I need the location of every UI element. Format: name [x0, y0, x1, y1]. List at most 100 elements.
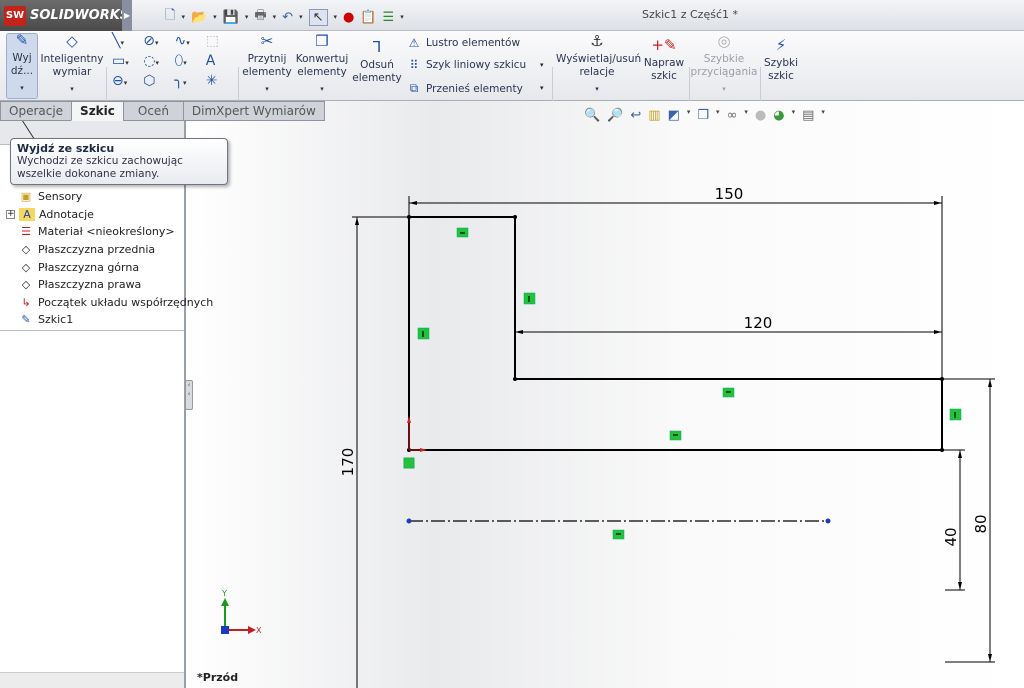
quick-snaps-label: Szybkie przyciągania [690, 53, 758, 78]
sensor-folder-icon: ▣ [20, 190, 32, 204]
rapid-sketch-icon: ⚡ [775, 36, 787, 54]
repair-icon: +✎ [651, 36, 677, 54]
tree-item-annotations[interactable]: + A Adnotacje [6, 206, 213, 224]
title-bar: SW SOLIDWORKS ▶ 🗋 ▾ 📂 ▾ 💾 ▾ 🖶 ▾ ↶ ▾ ↖ ▾ ● 📋 ☰ ▾… [0, 0, 1024, 31]
tree-item-origin[interactable]: ↳ Początek układu współrzędnych [6, 294, 213, 312]
display-style-icon[interactable]: ❒ [697, 108, 709, 123]
trim-label: Przytnij elementy [242, 53, 292, 78]
move-entities-button[interactable]: ⧉ Przenieś elementy [406, 81, 523, 96]
repair-label: Napraw szkic [643, 57, 685, 82]
graphics-area[interactable] [187, 101, 1024, 688]
line-icon[interactable]: ╲▾ [112, 33, 143, 49]
sketch-icon: ✎ [21, 313, 31, 327]
fillet-icon[interactable]: ╮▾ [175, 73, 206, 89]
quick-snaps-button[interactable]: ◎ Szybkie przyciągania ▾ [690, 32, 758, 96]
arc-icon[interactable]: ◌▾ [143, 53, 174, 69]
display-relations-button[interactable]: ⚓ Wyświetlaj/usuń relacje ▾ [556, 32, 642, 96]
linear-pattern-button[interactable]: ⠿ Szyk liniowy szkicu [406, 58, 527, 72]
tree-item-label: Sensory [38, 190, 83, 204]
tab-operacje[interactable]: Operacje [0, 101, 73, 121]
tree-item-label: Płaszczyzna prawa [38, 278, 142, 292]
circle-icon[interactable]: ⊘▾ [143, 33, 174, 49]
smart-dimension-label: Inteligentny wymiar [40, 53, 104, 78]
sketch-plane-icon[interactable]: ⬚ [206, 33, 237, 49]
relations-icon: ⚓ [590, 32, 604, 50]
view-name: *Przód [197, 671, 239, 684]
feature-manager-panel: ▣ Sensory + A Adnotacje ☰ Materiał <nieokreś… [0, 120, 213, 688]
offset-icon: ⅂ [372, 38, 382, 56]
plane-icon: ◇ [21, 260, 31, 274]
document-title: Szkic1 z Część1 * [642, 8, 738, 21]
horizontal-scrollbar[interactable] [0, 672, 184, 688]
rapid-sketch-button[interactable]: ⚡ Szybki szkic [762, 36, 800, 83]
ellipse-icon[interactable]: ⬯▾ [175, 53, 206, 69]
zoom-to-fit-icon[interactable]: 🔍 [584, 108, 600, 123]
smart-dimension-button[interactable]: ◇ Inteligentny wymiar ▾ [40, 32, 104, 96]
tree-item-material[interactable]: ☰ Materiał <nieokreślony> [6, 223, 213, 241]
command-manager: ✎ Wyj dź... ▾ ◇ Inteligentny wymiar ▾ ╲▾ ⊘… [0, 31, 1024, 125]
text-icon[interactable]: A [206, 53, 237, 69]
hide-show-items-icon[interactable]: ∞ [727, 108, 738, 123]
more-dropdown-icon[interactable]: ▾ [540, 61, 544, 69]
tree-item-top-plane[interactable]: ◇ Płaszczyzna górna [6, 258, 213, 276]
more-dropdown-icon[interactable]: ▾ [540, 84, 544, 92]
rapid-sketch-label: Szybki szkic [763, 57, 799, 82]
tree-item-sketch1[interactable]: ✎ Szkic1 [6, 311, 213, 329]
smart-dimension-icon: ◇ [66, 32, 78, 50]
edit-appearance-icon[interactable]: ● [755, 108, 766, 123]
tree-item-sensors[interactable]: ▣ Sensory [6, 188, 213, 206]
tab-szkic[interactable]: Szkic [71, 101, 124, 121]
slot-icon[interactable]: ⊖▾ [112, 73, 143, 89]
linear-pattern-label: Szyk liniowy szkicu [426, 59, 527, 71]
annotations-icon: A [19, 207, 35, 221]
mirror-icon: ⚠ [408, 36, 420, 50]
tree-item-label: Szkic1 [38, 313, 74, 327]
spline-icon[interactable]: ∿▾ [175, 33, 206, 49]
convert-label: Konwertuj elementy [295, 53, 349, 78]
exit-sketch-label: Wyj dź... [10, 52, 34, 77]
trim-icon: ✂ [260, 32, 274, 50]
offset-entities-button[interactable]: ⅂ Odsuń elementy [352, 38, 402, 85]
convert-entities-button[interactable]: ❒ Konwertuj elementy ▾ [294, 32, 350, 96]
tree-item-front-plane[interactable]: ◇ Płaszczyzna przednia [6, 241, 213, 259]
tooltip-body: Wychodzi ze szkicu zachowując wszelkie d… [17, 155, 183, 180]
exit-sketch-icon: ✎ [15, 31, 29, 49]
polygon-icon[interactable]: ⬡ [143, 73, 174, 89]
previous-view-icon[interactable]: ↩ [630, 108, 641, 123]
feature-tree: ▣ Sensory + A Adnotacje ☰ Materiał <nieokreś… [6, 188, 213, 329]
panel-collapse-handle[interactable]: ‹ ‹ [185, 380, 193, 410]
expand-icon[interactable]: + [6, 209, 15, 219]
origin-icon: ↳ [21, 295, 31, 309]
plane-icon: ◇ [21, 243, 31, 257]
tab-dimxpert[interactable]: DimXpert Wymiarów [182, 101, 325, 121]
command-tabs: Operacje Szkic Oceń DimXpert Wymiarów [0, 101, 325, 121]
move-label: Przenieś elementy [426, 82, 523, 95]
rectangle-icon[interactable]: ▭▾ [112, 53, 143, 69]
tree-item-label: Początek układu współrzędnych [38, 295, 214, 309]
trim-button[interactable]: ✂ Przytnij elementy ▾ [240, 32, 294, 96]
zoom-to-area-icon[interactable]: 🔎 [607, 108, 623, 123]
tooltip-title: Wyjdź ze szkicu [17, 142, 115, 155]
sketch-entities-grid: ╲▾ ⊘▾ ∿▾ ⬚ ▭▾ ◌▾ ⬯▾ A ⊖▾ ⬡ ╮▾ ✳ [112, 33, 237, 89]
relations-label: Wyświetlaj/usuń relacje [556, 53, 642, 78]
tree-item-right-plane[interactable]: ◇ Płaszczyzna prawa [6, 276, 213, 294]
convert-icon: ❒ [315, 32, 329, 50]
view-settings-icon[interactable]: ▤ [802, 108, 814, 123]
section-view-icon[interactable]: ▥ [648, 108, 660, 123]
apply-scene-icon[interactable]: ◕ [773, 108, 784, 123]
quick-snaps-icon: ◎ [717, 32, 731, 50]
tree-item-label: Płaszczyzna górna [38, 260, 140, 274]
point-icon[interactable]: ✳ [206, 73, 237, 89]
exit-sketch-button[interactable]: ✎ Wyj dź... ▾ [6, 33, 38, 99]
linear-pattern-icon: ⠿ [409, 58, 419, 72]
repair-sketch-button[interactable]: +✎ Napraw szkic [642, 36, 686, 83]
offset-label: Odsuń elementy [352, 59, 402, 84]
mirror-label: Lustro elementów [426, 37, 521, 49]
move-icon: ⧉ [409, 81, 419, 95]
tree-item-label: Płaszczyzna przednia [38, 243, 156, 257]
tab-ocen[interactable]: Oceń [122, 101, 184, 121]
mirror-button[interactable]: ⚠ Lustro elementów [406, 36, 520, 50]
view-orientation-icon[interactable]: ◩ [668, 108, 680, 123]
tooltip: Wyjdź ze szkicu Wychodzi ze szkicu zacho… [10, 138, 228, 185]
material-icon: ☰ [21, 225, 31, 239]
